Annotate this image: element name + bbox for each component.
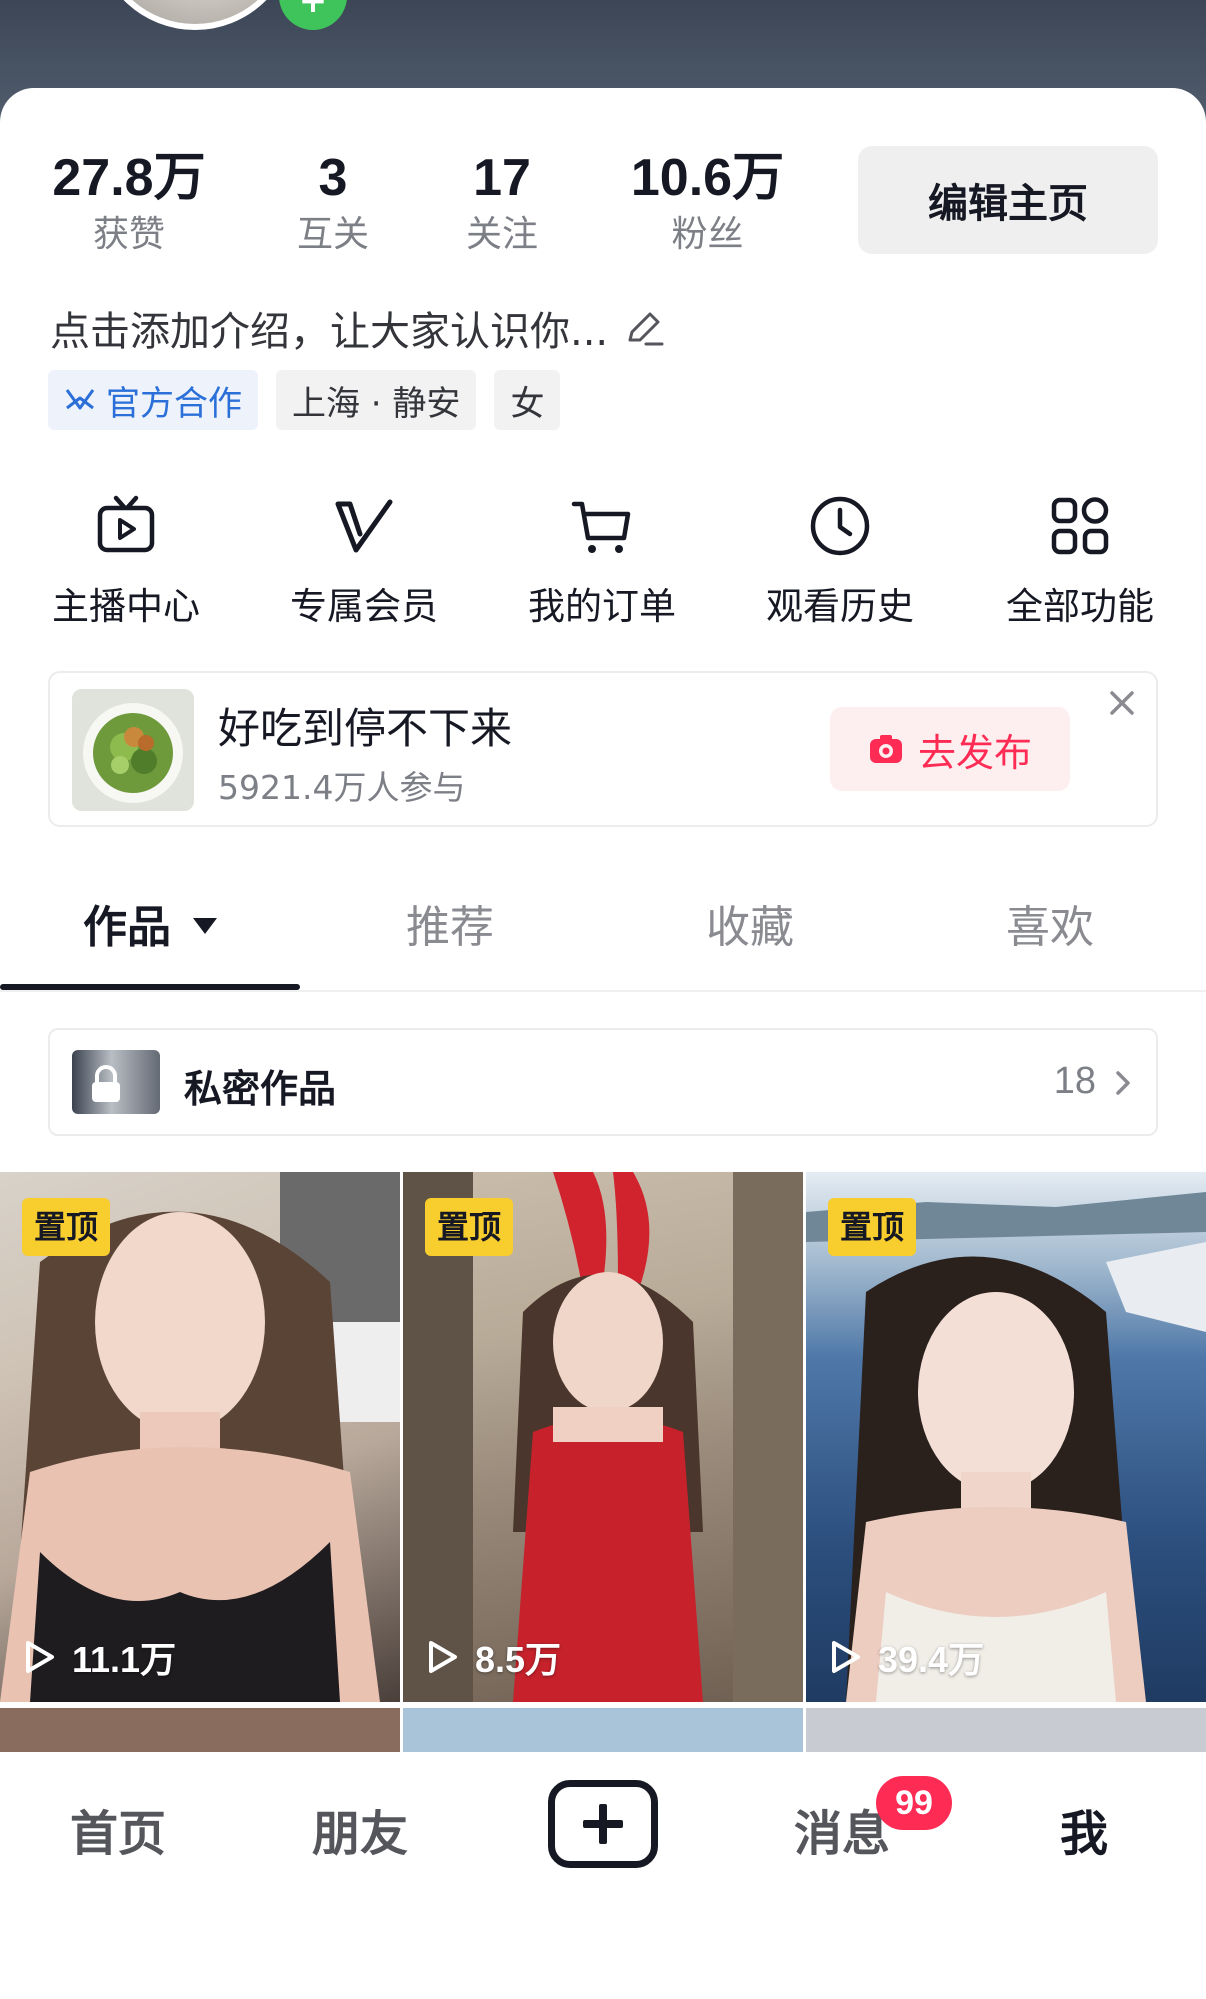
topic-title: 好吃到停不下来 bbox=[218, 704, 513, 753]
stat-mutual[interactable]: 3 互关 bbox=[283, 148, 383, 260]
live-tv-icon bbox=[97, 495, 155, 553]
active-tab-indicator bbox=[0, 984, 300, 990]
lock-icon bbox=[92, 1065, 120, 1102]
avatar[interactable] bbox=[95, 0, 295, 30]
tag-official-cooperation[interactable]: 官方合作 bbox=[48, 370, 258, 430]
pinned-badge: 置顶 bbox=[828, 1198, 917, 1256]
topic-thumbnail bbox=[72, 689, 194, 811]
v-member-icon bbox=[335, 499, 393, 553]
nav-home[interactable]: 首页 bbox=[70, 1794, 166, 1864]
func-all-functions-label: 全部功能 bbox=[1006, 585, 1154, 628]
tag-location[interactable]: 上海 · 静安 bbox=[276, 370, 477, 430]
tab-favorites[interactable]: 收藏 bbox=[600, 868, 900, 988]
stat-followers[interactable]: 10.6万 粉丝 bbox=[625, 148, 790, 260]
quick-functions: 主播中心 专属会员 我的订单 观看历史 全部功能 bbox=[0, 488, 1206, 628]
edit-pen-icon bbox=[628, 312, 664, 346]
func-watch-history[interactable]: 观看历史 bbox=[750, 488, 930, 630]
grid-icon bbox=[1051, 497, 1109, 555]
clock-icon bbox=[810, 496, 870, 556]
private-works-thumbnail bbox=[72, 1050, 160, 1114]
bottom-nav: 首页 朋友 消息 99 我 bbox=[0, 1752, 1206, 1999]
intro-text: 点击添加介绍，让大家认识你... bbox=[50, 309, 609, 355]
stat-mutual-value: 3 bbox=[318, 149, 348, 207]
create-button[interactable] bbox=[548, 1780, 658, 1868]
func-live-center[interactable]: 主播中心 bbox=[36, 488, 216, 630]
stat-likes-label: 获赞 bbox=[92, 214, 165, 255]
video-play-count: 39.4万 bbox=[830, 1632, 984, 1682]
profile-intro[interactable]: 点击添加介绍，让大家认识你... bbox=[50, 298, 666, 358]
tag-official-label: 官方合作 bbox=[106, 383, 242, 424]
stat-likes[interactable]: 27.8万 获赞 bbox=[44, 148, 214, 260]
topic-banner[interactable]: 好吃到停不下来 5921.4万人参与 去发布 bbox=[48, 671, 1158, 827]
stat-following[interactable]: 17 关注 bbox=[452, 148, 552, 260]
func-exclusive-member[interactable]: 专属会员 bbox=[274, 488, 454, 630]
video-play-count: 11.1万 bbox=[24, 1632, 176, 1682]
func-exclusive-member-label: 专属会员 bbox=[290, 585, 438, 628]
play-count-text: 39.4万 bbox=[878, 1639, 985, 1680]
stat-followers-label: 粉丝 bbox=[671, 214, 744, 255]
tab-likes[interactable]: 喜欢 bbox=[900, 868, 1200, 988]
func-my-orders-label: 我的订单 bbox=[528, 585, 676, 628]
private-works-row[interactable]: 私密作品 18 bbox=[48, 1028, 1158, 1136]
stat-following-value: 17 bbox=[473, 149, 531, 207]
profile-stats: 27.8万 获赞 3 互关 17 关注 10.6万 粉丝 bbox=[0, 148, 840, 268]
play-icon bbox=[26, 1641, 54, 1673]
caret-down-icon bbox=[193, 918, 217, 934]
add-avatar-icon[interactable]: + bbox=[279, 0, 347, 30]
video-thumbnail[interactable]: 置顶 8.5万 bbox=[403, 1172, 803, 1702]
camera-icon bbox=[869, 735, 902, 763]
stat-mutual-label: 互关 bbox=[296, 214, 369, 255]
video-thumbnail[interactable]: 置顶 11.1万 bbox=[0, 1172, 400, 1702]
func-watch-history-label: 观看历史 bbox=[766, 585, 914, 628]
func-my-orders[interactable]: 我的订单 bbox=[512, 488, 692, 630]
publish-button[interactable]: 去发布 bbox=[830, 707, 1070, 791]
chevron-right-icon bbox=[1116, 1071, 1130, 1095]
tab-works-label: 作品 bbox=[83, 902, 171, 953]
video-thumbnail-partial[interactable] bbox=[806, 1708, 1206, 1752]
tab-recommend[interactable]: 推荐 bbox=[300, 868, 600, 988]
stat-likes-value: 27.8万 bbox=[52, 149, 206, 207]
stat-following-label: 关注 bbox=[465, 214, 538, 255]
official-cooperation-icon bbox=[65, 389, 95, 410]
video-thumbnail[interactable]: 置顶 39.4万 bbox=[806, 1172, 1206, 1702]
nav-friends[interactable]: 朋友 bbox=[312, 1794, 408, 1864]
pinned-badge: 置顶 bbox=[22, 1198, 111, 1256]
nav-me[interactable]: 我 bbox=[1060, 1794, 1108, 1864]
edit-profile-button[interactable]: 编辑主页 bbox=[858, 146, 1158, 254]
private-works-count: 18 bbox=[1053, 1060, 1096, 1102]
profile-tags: 官方合作 上海 · 静安 女 bbox=[48, 370, 561, 430]
pinned-badge: 置顶 bbox=[425, 1198, 514, 1256]
play-icon bbox=[832, 1641, 860, 1673]
plus-icon-vertical bbox=[599, 1804, 607, 1844]
video-play-count: 8.5万 bbox=[427, 1632, 561, 1682]
private-works-label: 私密作品 bbox=[184, 1067, 337, 1111]
video-thumbnail-partial[interactable] bbox=[403, 1708, 803, 1752]
topic-participants: 5921.4万人参与 bbox=[218, 768, 466, 807]
tag-gender[interactable]: 女 bbox=[494, 370, 561, 430]
cart-icon bbox=[571, 501, 631, 553]
func-live-center-label: 主播中心 bbox=[52, 585, 200, 628]
play-count-text: 8.5万 bbox=[475, 1639, 562, 1680]
messages-badge: 99 bbox=[876, 1776, 952, 1830]
func-all-functions[interactable]: 全部功能 bbox=[990, 488, 1170, 630]
video-thumbnail-partial[interactable] bbox=[0, 1708, 400, 1752]
video-grid: 置顶 11.1万 置顶 8.5万 置顶 39.4万 bbox=[0, 1172, 1206, 1752]
play-count-text: 11.1万 bbox=[72, 1639, 177, 1680]
content-tabs: 作品 推荐 收藏 喜欢 bbox=[0, 868, 1206, 992]
stat-followers-value: 10.6万 bbox=[630, 149, 785, 207]
play-icon bbox=[429, 1641, 457, 1673]
publish-label: 去发布 bbox=[917, 730, 1032, 775]
tab-works[interactable]: 作品 bbox=[0, 868, 300, 988]
close-icon[interactable] bbox=[1102, 683, 1142, 723]
